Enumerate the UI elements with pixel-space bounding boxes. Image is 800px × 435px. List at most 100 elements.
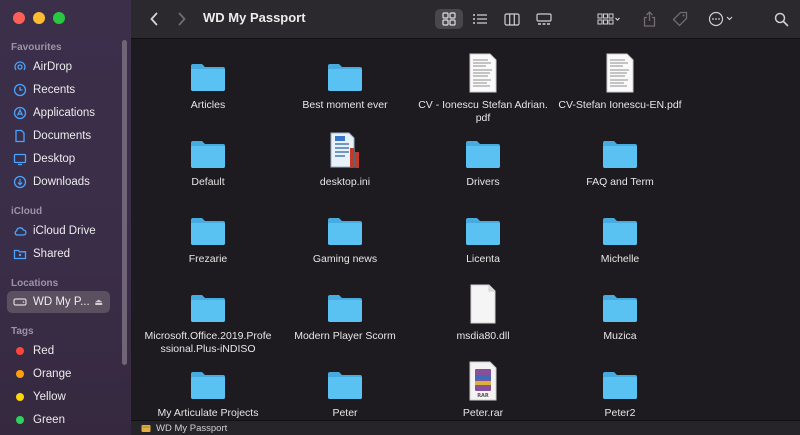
sidebar-item-label: WD My P...	[33, 296, 90, 308]
tag-icon	[672, 11, 688, 27]
folder-icon	[461, 130, 505, 170]
sidebar-item-icloud-drive[interactable]: iCloud Drive	[7, 221, 110, 241]
share-button[interactable]	[639, 9, 659, 29]
sidebar-item-label: Shared	[33, 248, 71, 260]
file-name: Modern Player Scorm	[294, 330, 396, 342]
gallery-view-button[interactable]	[531, 9, 557, 29]
file-item[interactable]: Peter2	[550, 361, 690, 420]
folder-icon	[461, 207, 505, 247]
tags-header: Tags	[11, 326, 34, 337]
folder-icon	[323, 284, 367, 324]
sidebar-item-downloads[interactable]: Downloads	[7, 172, 110, 192]
ini-file-icon	[323, 130, 367, 170]
file-item[interactable]: Articles	[138, 53, 278, 112]
sidebar-item-label: Green	[33, 414, 65, 426]
forward-button[interactable]	[173, 9, 191, 29]
column-view-button[interactable]	[499, 9, 525, 29]
sidebar-scrollbar[interactable]	[122, 40, 127, 365]
file-name: Default	[191, 176, 225, 188]
finder-window: Favourites AirDrop Recents Applications …	[0, 0, 800, 435]
sidebar-item-airdrop[interactable]: AirDrop	[7, 57, 110, 77]
file-item[interactable]: Drivers	[413, 130, 553, 189]
file-item[interactable]: CV-Stefan Ionescu-EN.pdf	[550, 53, 690, 112]
sidebar-item-label: Recents	[33, 84, 76, 96]
file-item[interactable]: FAQ and Term	[550, 130, 690, 189]
sidebar-item-label: Orange	[33, 368, 72, 380]
file-item[interactable]: Peter	[275, 361, 415, 420]
rar-archive-icon: RAR	[461, 361, 505, 401]
list-view-button[interactable]	[467, 9, 493, 29]
column-view-icon	[504, 12, 520, 26]
file-name: CV-Stefan Ionescu-EN.pdf	[558, 99, 682, 111]
folder-icon	[186, 207, 230, 247]
folder-icon	[598, 130, 642, 170]
green-tag-dot-icon	[16, 416, 24, 424]
file-item[interactable]: Default	[138, 130, 278, 189]
group-button[interactable]	[591, 9, 627, 29]
path-bar: WD My Passport	[131, 420, 800, 435]
sidebar-item-label: Yellow	[33, 391, 66, 403]
drive-icon	[13, 295, 27, 309]
file-item[interactable]: msdia80.dll	[413, 284, 553, 343]
search-icon	[774, 12, 788, 26]
file-item[interactable]: Gaming news	[275, 207, 415, 266]
file-name: Peter.rar	[462, 407, 504, 419]
sidebar-tag-orange[interactable]: Orange	[7, 364, 110, 384]
file-item[interactable]: Microsoft.Office.2019.Professional.Plus-…	[138, 284, 278, 356]
sidebar-item-label: AirDrop	[33, 61, 72, 73]
sidebar-tag-red[interactable]: Red	[7, 341, 110, 361]
sidebar-tag-yellow[interactable]: Yellow	[7, 387, 110, 407]
pdf-file-icon	[461, 53, 505, 93]
toolbar: WD My Passport	[131, 0, 800, 39]
eject-icon[interactable]: ⏏	[94, 297, 103, 308]
sidebar-item-shared[interactable]: Shared	[7, 244, 110, 264]
sidebar-item-documents[interactable]: Documents	[7, 126, 110, 146]
cloud-icon	[13, 224, 27, 238]
file-item[interactable]: Licenta	[413, 207, 553, 266]
more-actions-button[interactable]	[705, 9, 739, 29]
file-name: Gaming news	[312, 253, 378, 265]
folder-icon	[598, 361, 642, 401]
ellipsis-icon	[708, 11, 733, 27]
zoom-window-button[interactable]	[53, 12, 65, 24]
folder-icon	[186, 130, 230, 170]
document-icon	[13, 129, 27, 143]
svg-text:RAR: RAR	[477, 393, 489, 399]
file-name: FAQ and Term	[586, 176, 654, 188]
file-item[interactable]: Michelle	[550, 207, 690, 266]
file-name: Michelle	[600, 253, 640, 265]
file-name: msdia80.dll	[456, 330, 510, 342]
file-item[interactable]: My Articulate Projects	[138, 361, 278, 420]
red-tag-dot-icon	[16, 347, 24, 355]
list-view-icon	[473, 14, 487, 24]
file-item[interactable]: Best moment ever	[275, 53, 415, 112]
file-item[interactable]: CV - Ionescu Stefan Adrian.pdf	[413, 53, 553, 125]
share-icon	[643, 11, 655, 27]
minimize-window-button[interactable]	[33, 12, 45, 24]
file-item[interactable]: Muzica	[550, 284, 690, 343]
file-item[interactable]: Frezarie	[138, 207, 278, 266]
sidebar-item-recents[interactable]: Recents	[7, 80, 110, 100]
file-item[interactable]: RAR Peter.rar	[413, 361, 553, 420]
file-item[interactable]: Modern Player Scorm	[275, 284, 415, 343]
close-window-button[interactable]	[13, 12, 25, 24]
path-bar-label[interactable]: WD My Passport	[156, 423, 227, 434]
sidebar-item-wd-my-passport[interactable]: WD My P... ⏏	[7, 291, 110, 313]
tag-button[interactable]	[669, 9, 691, 29]
file-name: Drivers	[466, 176, 500, 188]
file-item[interactable]: desktop.ini	[275, 130, 415, 189]
sidebar-item-desktop[interactable]: Desktop	[7, 149, 110, 169]
airdrop-icon	[13, 60, 27, 74]
file-name: Peter2	[604, 407, 636, 419]
sidebar-tag-green[interactable]: Green	[7, 410, 110, 430]
file-name: Frezarie	[188, 253, 228, 265]
folder-icon	[598, 207, 642, 247]
sidebar-item-label: iCloud Drive	[33, 225, 96, 237]
drive-icon	[141, 425, 151, 432]
file-name: Peter	[332, 407, 358, 419]
back-button[interactable]	[145, 9, 163, 29]
sidebar-item-applications[interactable]: Applications	[7, 103, 110, 123]
search-button[interactable]	[771, 9, 791, 29]
file-name: CV - Ionescu Stefan Adrian.pdf	[418, 99, 548, 124]
icon-view-button[interactable]	[435, 9, 463, 29]
